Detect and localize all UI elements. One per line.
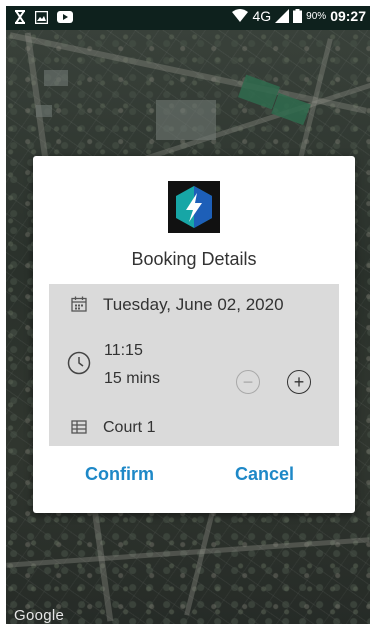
clock: 09:27 (330, 8, 366, 24)
decrease-duration-button[interactable]: − (236, 370, 260, 394)
dialog-title: Booking Details (131, 249, 257, 269)
booking-time: 11:15 (104, 342, 143, 359)
hourglass-icon (15, 10, 25, 24)
cancel-button[interactable]: Cancel (235, 464, 294, 485)
battery-percent: 90% (306, 10, 327, 22)
phone-screen: 4G 90% 09:27 Google Booking Details Tues… (6, 6, 370, 624)
plus-icon: + (293, 372, 305, 392)
increase-duration-button[interactable]: + (287, 370, 311, 394)
wifi-icon (232, 9, 249, 22)
youtube-icon (57, 11, 73, 23)
app-logo-icon (168, 181, 220, 233)
booking-details-panel: Tuesday, June 02, 2020 11:15 15 mins − +… (49, 284, 339, 446)
clock-icon (67, 351, 91, 375)
battery-icon (293, 9, 303, 23)
calendar-icon (71, 296, 87, 312)
google-attribution: Google (14, 607, 65, 624)
network-type: 4G (252, 8, 272, 24)
booking-duration: 15 mins (104, 370, 161, 387)
booking-date: Tuesday, June 02, 2020 (103, 295, 284, 314)
signal-icon (275, 9, 290, 23)
minus-icon: − (242, 372, 254, 392)
image-icon (35, 10, 48, 24)
confirm-button[interactable]: Confirm (85, 464, 154, 485)
booking-court: Court 1 (103, 419, 156, 436)
booking-dialog: Booking Details Tuesday, June 02, 2020 1… (33, 156, 355, 513)
status-bar: 4G 90% 09:27 (6, 6, 370, 30)
court-grid-icon (71, 420, 87, 434)
